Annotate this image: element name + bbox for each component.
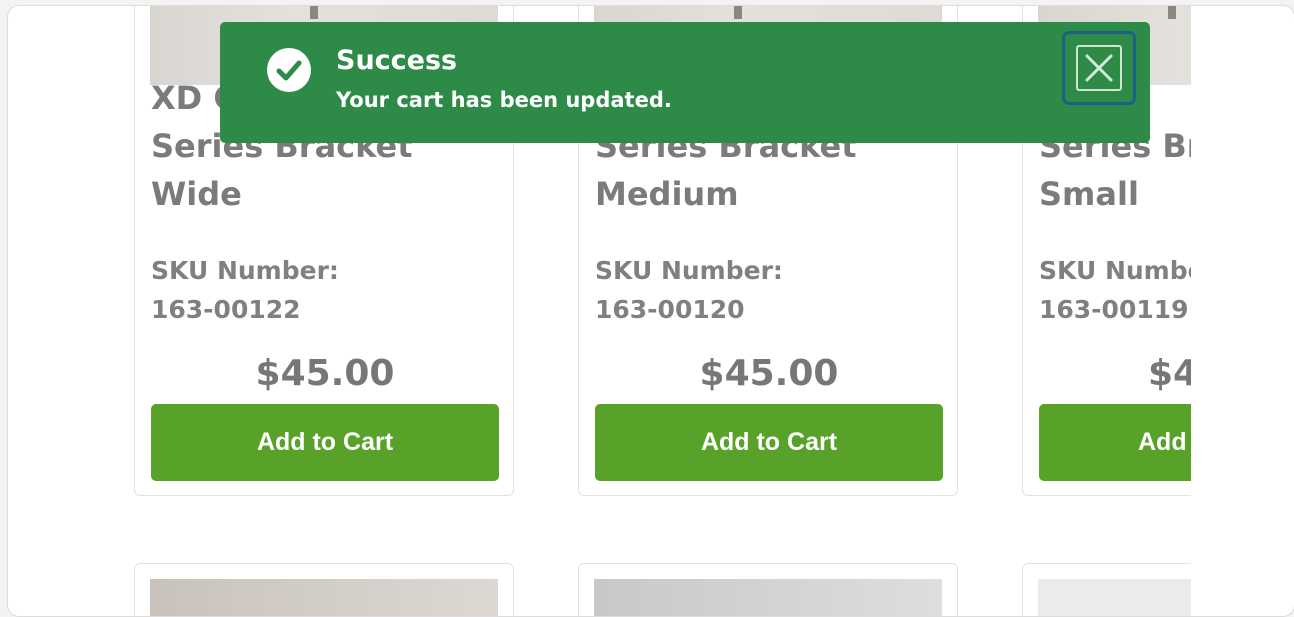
success-toast: Success Your cart has been updated.: [220, 22, 1150, 143]
product-card: [134, 563, 514, 616]
add-to-cart-button[interactable]: Add: [1039, 404, 1191, 481]
close-icon: [1076, 45, 1122, 91]
product-grid: XD C Series Bracket Wide SKU Number: 163…: [8, 6, 1191, 616]
product-card: [578, 563, 958, 616]
product-image[interactable]: [150, 579, 498, 616]
browser-viewport: XD C Series Bracket Wide SKU Number: 163…: [7, 5, 1294, 617]
sku-label: SKU Number:: [595, 256, 783, 285]
sku-label: SKU Numbe: [1039, 256, 1191, 285]
sku-value: 163-00120: [595, 295, 745, 324]
check-circle-icon: [267, 48, 311, 92]
toast-message: Your cart has been updated.: [336, 88, 672, 112]
toast-close-button[interactable]: [1062, 31, 1136, 105]
add-to-cart-button[interactable]: Add to Cart: [151, 404, 499, 481]
product-image[interactable]: [594, 579, 942, 616]
product-price: $45.00: [255, 353, 395, 394]
product-card: [1022, 563, 1191, 616]
toast-title: Success: [336, 45, 458, 76]
add-to-cart-button[interactable]: Add to Cart: [595, 404, 943, 481]
product-image[interactable]: [1038, 579, 1191, 616]
sku-value: 163-00122: [151, 295, 301, 324]
sku-label: SKU Number:: [151, 256, 339, 285]
product-price: $45.00: [699, 353, 839, 394]
sku-value: 163-00119: [1039, 295, 1189, 324]
product-price: $4: [1148, 353, 1191, 394]
